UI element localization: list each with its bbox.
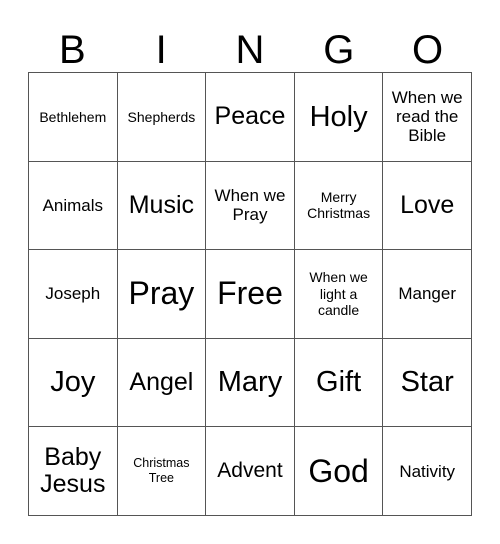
bingo-cell-label: Manger [398, 284, 456, 304]
bingo-cell-o3[interactable]: Manger [383, 250, 472, 339]
bingo-cell-b1[interactable]: Bethlehem [29, 73, 118, 162]
bingo-cell-label: Free [217, 275, 283, 312]
bingo-cell-label: When we read the Bible [391, 87, 463, 146]
bingo-cell-o2[interactable]: Love [383, 161, 472, 251]
bingo-cell-label: Advent [217, 459, 283, 483]
bingo-cell-i4[interactable]: Angel [117, 338, 207, 428]
bingo-cell-g4[interactable]: Gift [294, 338, 384, 428]
bingo-cell-label: Animals [42, 195, 104, 215]
bingo-cell-g1[interactable]: Holy [294, 73, 384, 162]
bingo-cell-label: Merry Christmas [307, 188, 371, 222]
bingo-cell-o4[interactable]: Star [383, 338, 472, 428]
bingo-cell-label: Holy [309, 100, 368, 133]
bingo-cell-label: Nativity [399, 461, 456, 481]
bingo-cell-label: Joseph [45, 284, 101, 304]
bingo-cell-i3[interactable]: Pray [117, 250, 207, 339]
bingo-grid: Bethlehem Shepherds Peace Holy When we r… [28, 72, 472, 516]
bingo-cell-free[interactable]: Free [206, 250, 295, 339]
bingo-cell-label: Shepherds [127, 108, 196, 125]
bingo-cell-b3[interactable]: Joseph [29, 250, 118, 339]
header-letter-o: O [412, 28, 444, 72]
bingo-cell-o5[interactable]: Nativity [383, 427, 472, 516]
header-letter-i: I [155, 28, 167, 72]
bingo-cell-b2[interactable]: Animals [29, 161, 118, 251]
bingo-cell-label: God [308, 452, 369, 489]
bingo-cell-label: Bethlehem [39, 108, 107, 125]
bingo-cell-label: Mary [217, 366, 283, 399]
bingo-cell-label: Love [400, 190, 455, 219]
bingo-card: B I N G O Bethlehem Shepherds Peace Holy… [0, 0, 500, 544]
bingo-cell-label: When we Pray [214, 186, 286, 225]
bingo-cell-label: Baby Jesus [40, 443, 106, 499]
bingo-cell-g3[interactable]: When we light a candle [294, 250, 384, 339]
bingo-cell-label: Gift [316, 366, 362, 399]
header-letter-g: G [323, 28, 355, 72]
bingo-cell-o1[interactable]: When we read the Bible [383, 73, 472, 162]
bingo-cell-label: Pray [128, 275, 195, 312]
bingo-cell-n1[interactable]: Peace [206, 73, 295, 162]
bingo-cell-label: Christmas Tree [133, 456, 190, 486]
bingo-cell-i5[interactable]: Christmas Tree [117, 427, 207, 516]
bingo-cell-g2[interactable]: Merry Christmas [294, 161, 384, 251]
bingo-cell-label: Joy [50, 366, 96, 399]
bingo-cell-label: Peace [214, 102, 286, 131]
bingo-cell-b4[interactable]: Joy [29, 338, 118, 428]
bingo-cell-label: Angel [129, 368, 194, 397]
bingo-cell-g5[interactable]: God [294, 427, 384, 516]
bingo-cell-i2[interactable]: Music [117, 161, 207, 251]
bingo-cell-n2[interactable]: When we Pray [206, 161, 295, 251]
header-letter-n: N [235, 28, 265, 72]
header-letter-b: B [59, 28, 86, 72]
bingo-cell-i1[interactable]: Shepherds [117, 73, 207, 162]
bingo-cell-b5[interactable]: Baby Jesus [29, 427, 118, 516]
bingo-cell-n4[interactable]: Mary [206, 338, 295, 428]
bingo-cell-label: When we light a candle [309, 269, 368, 319]
bingo-header: B I N G O [28, 12, 472, 72]
bingo-cell-label: Star [400, 366, 454, 399]
bingo-cell-label: Music [128, 190, 195, 219]
bingo-cell-n5[interactable]: Advent [206, 427, 295, 516]
